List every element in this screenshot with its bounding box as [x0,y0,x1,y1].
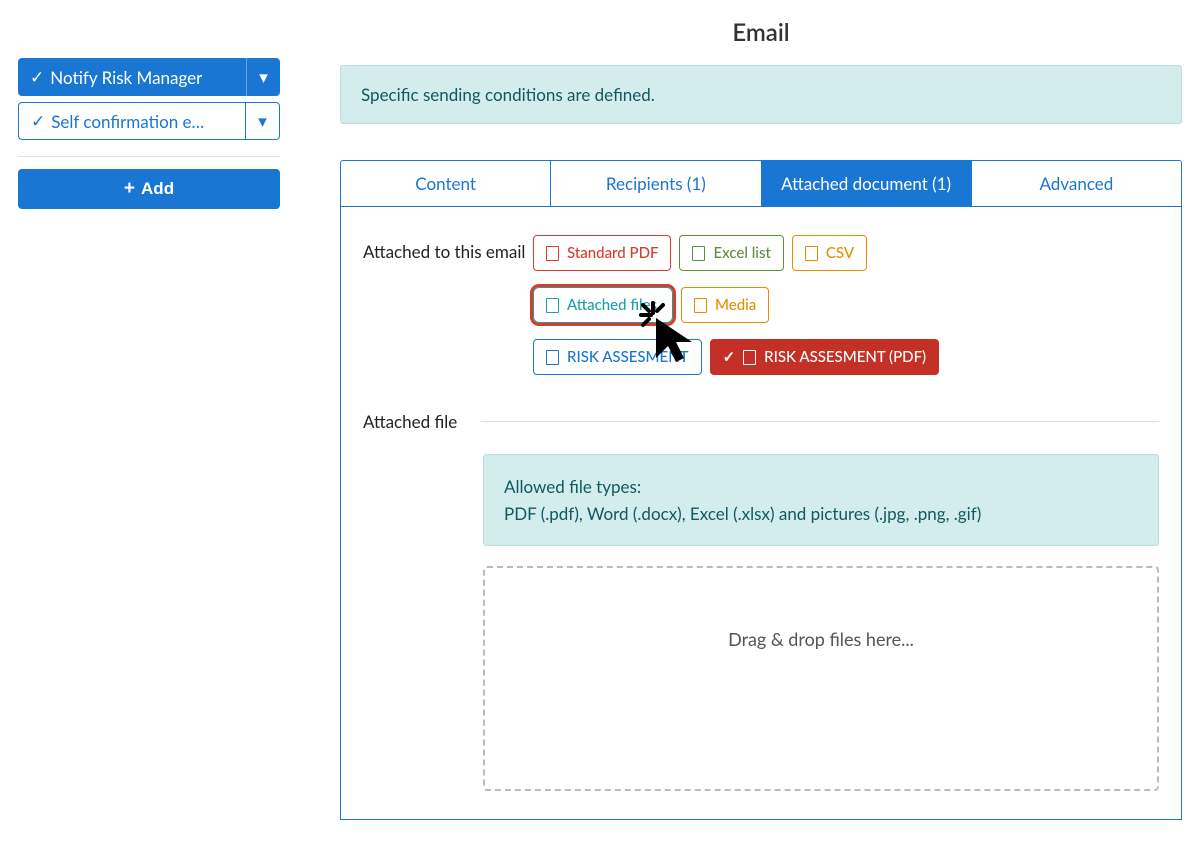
file-word-icon [546,350,559,365]
tab-content[interactable]: Content [341,161,551,206]
chip-media[interactable]: Media [681,287,769,323]
tab-attached-document[interactable]: Attached document (1) [762,161,972,206]
page-title: Email [340,18,1182,47]
file-pdf-icon [546,246,559,261]
caret-down-icon[interactable]: ▾ [245,103,279,139]
chip-risk-assesment-pdf[interactable]: ✓ RISK ASSESMENT (PDF) [710,339,940,375]
chip-risk-assesment[interactable]: RISK ASSESMENT [533,339,702,375]
tabs: Content Recipients (1) Attached document… [340,160,1182,207]
main-content: Email Specific sending conditions are de… [340,18,1182,820]
attached-file-label: Attached file [363,411,457,432]
attached-to-email-label: Attached to this email [363,235,533,375]
chip-csv[interactable]: CSV [792,235,867,271]
allowed-file-types-box: Allowed file types: PDF (.pdf), Word (.d… [483,454,1159,546]
file-excel-icon [692,246,705,261]
conditions-info-box: Specific sending conditions are defined. [340,65,1182,124]
tab-recipients[interactable]: Recipients (1) [551,161,761,206]
conditions-info-text: Specific sending conditions are defined. [361,84,655,105]
drop-hint-text: Drag & drop files here... [728,628,914,650]
check-icon: ✓ [31,110,45,132]
chip-excel-list[interactable]: Excel list [679,235,783,271]
section-divider [481,421,1159,422]
allowed-title: Allowed file types: [504,473,1138,500]
chip-standard-pdf[interactable]: Standard PDF [533,235,671,271]
caret-down-icon[interactable]: ▾ [246,58,280,96]
add-button-label: Add [141,179,174,199]
add-button[interactable]: + Add [18,169,280,209]
tab-panel-attached: Attached to this email Standard PDF Exce… [340,207,1182,820]
sidebar-divider [18,156,280,157]
file-pdf-icon [743,350,756,365]
sidebar-item-notify-risk-manager[interactable]: ✓ Notify Risk Manager ▾ [18,58,280,96]
file-drop-zone[interactable]: Drag & drop files here... [483,566,1159,791]
plus-icon: + [124,178,135,200]
sidebar-item-label: Self confirmation e… [51,111,204,132]
allowed-text: PDF (.pdf), Word (.docx), Excel (.xlsx) … [504,500,1138,527]
chip-attached-files[interactable]: Attached files [533,287,673,323]
check-icon: ✓ [30,66,44,88]
attachment-chip-group: Standard PDF Excel list CSV Attached fil… [533,235,1159,375]
check-icon: ✓ [723,348,736,366]
file-icon [546,298,559,313]
file-csv-icon [805,246,818,261]
tab-advanced[interactable]: Advanced [972,161,1181,206]
sidebar-item-self-confirmation[interactable]: ✓ Self confirmation e… ▾ [18,102,280,140]
sidebar-item-label: Notify Risk Manager [50,67,202,88]
sidebar: ✓ Notify Risk Manager ▾ ✓ Self confirmat… [18,18,280,820]
file-media-icon [694,298,707,313]
